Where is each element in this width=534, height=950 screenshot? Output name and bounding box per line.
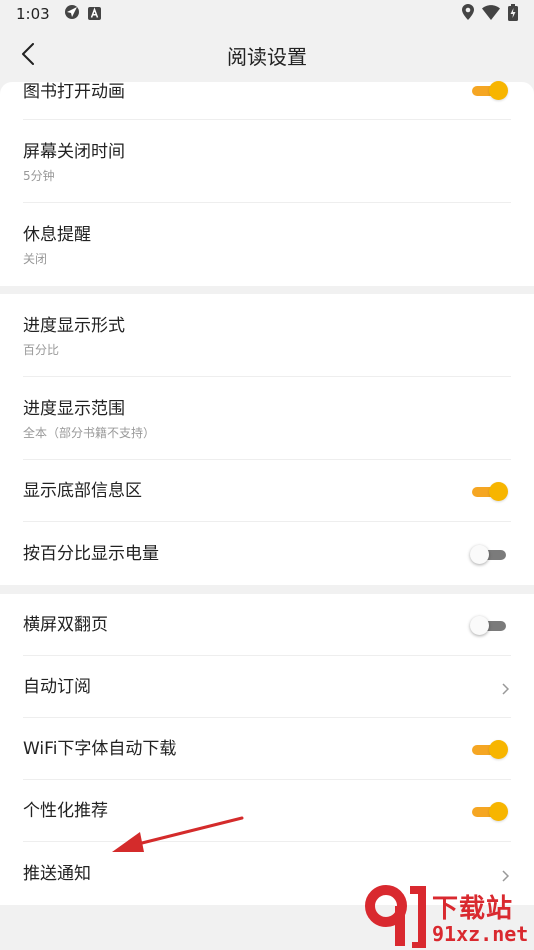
settings-section-1: 图书打开动画 屏幕关闭时间 5分钟 休息提醒 关闭	[0, 80, 534, 286]
chevron-right-icon	[500, 681, 510, 695]
setting-title: 进度显示形式	[23, 316, 125, 336]
settings-section-2: 进度显示形式 百分比 进度显示范围 全本（部分书籍不支持） 显示底部信息区 按百…	[0, 294, 534, 585]
setting-title: 个性化推荐	[23, 801, 108, 821]
app-bar: 阅读设置	[0, 28, 534, 82]
setting-title: 推送通知	[23, 864, 91, 884]
setting-title: 休息提醒	[23, 225, 91, 245]
watermark-logo-icon	[365, 885, 426, 948]
nav-app-icon	[64, 4, 80, 24]
setting-value: 关闭	[23, 252, 48, 266]
battery-percent-toggle[interactable]	[470, 544, 508, 564]
setting-title: 显示底部信息区	[23, 481, 142, 501]
setting-title: 按百分比显示电量	[23, 544, 159, 564]
setting-value: 全本（部分书籍不支持）	[23, 426, 156, 440]
setting-progress-format[interactable]: 进度显示形式 百分比	[0, 294, 534, 377]
setting-title: WiFi下字体自动下载	[23, 739, 177, 759]
settings-section-3: 横屏双翻页 自动订阅 WiFi下字体自动下载 个性化推荐 推送通知	[0, 594, 534, 905]
watermark-bottom-text: 91xz.net	[432, 922, 529, 946]
setting-rest-reminder[interactable]: 休息提醒 关闭	[0, 203, 534, 286]
wifi-font-download-toggle[interactable]	[470, 739, 508, 759]
setting-value: 百分比	[23, 343, 60, 357]
status-bar: 1:03	[0, 0, 534, 28]
watermark: 下载站 91xz.net	[360, 882, 534, 950]
watermark-top-text: 下载站	[432, 894, 514, 924]
setting-auto-subscribe[interactable]: 自动订阅	[0, 656, 534, 718]
chevron-right-icon	[500, 868, 510, 882]
page-title: 阅读设置	[227, 44, 307, 69]
a-badge-icon	[87, 5, 101, 24]
setting-title: 横屏双翻页	[23, 615, 108, 635]
back-button[interactable]	[8, 36, 48, 76]
setting-progress-range[interactable]: 进度显示范围 全本（部分书籍不支持）	[0, 377, 534, 460]
show-bottom-info-toggle[interactable]	[470, 481, 508, 501]
setting-wifi-font-download[interactable]: WiFi下字体自动下载	[0, 718, 534, 780]
setting-title: 进度显示范围	[23, 399, 125, 419]
wifi-icon	[482, 4, 500, 24]
setting-value: 5分钟	[23, 169, 55, 183]
setting-screen-off-time[interactable]: 屏幕关闭时间 5分钟	[0, 120, 534, 203]
battery-icon	[508, 3, 518, 25]
book-open-animation-toggle[interactable]	[470, 80, 508, 100]
status-time: 1:03	[16, 5, 50, 23]
setting-title: 图书打开动画	[23, 82, 125, 102]
setting-battery-percent[interactable]: 按百分比显示电量	[0, 522, 534, 585]
personalized-recommend-toggle[interactable]	[470, 801, 508, 821]
annotation-arrow-icon	[112, 816, 244, 852]
setting-book-open-animation[interactable]: 图书打开动画	[0, 80, 534, 120]
setting-landscape-double-page[interactable]: 横屏双翻页	[0, 594, 534, 656]
setting-show-bottom-info[interactable]: 显示底部信息区	[0, 460, 534, 522]
chevron-left-icon	[21, 43, 35, 69]
setting-personalized-recommend[interactable]: 个性化推荐	[0, 780, 534, 842]
location-icon	[462, 4, 474, 24]
setting-title: 自动订阅	[23, 677, 91, 697]
setting-title: 屏幕关闭时间	[23, 142, 125, 162]
landscape-double-page-toggle[interactable]	[470, 615, 508, 635]
